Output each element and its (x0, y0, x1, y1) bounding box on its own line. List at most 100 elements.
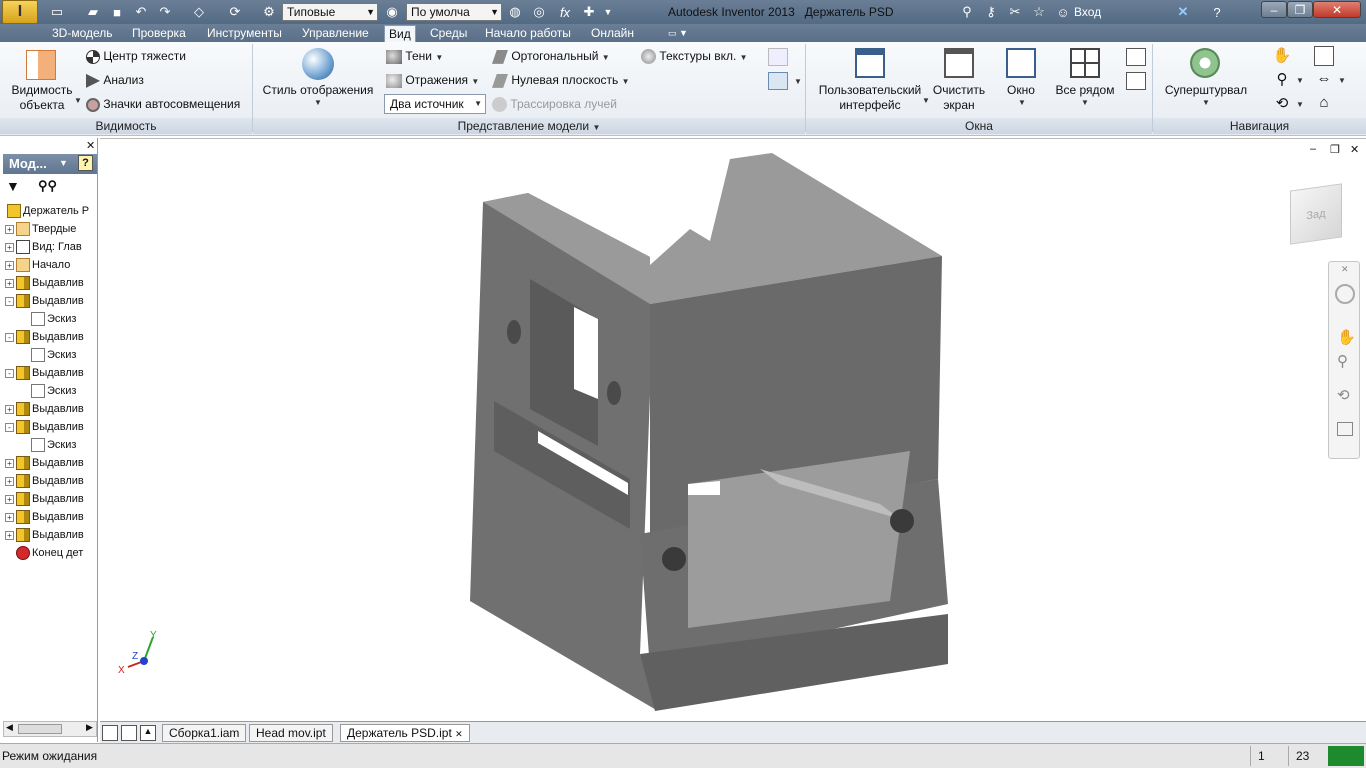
tab-inspect[interactable]: Проверка (128, 25, 190, 42)
expand-icon[interactable]: + (5, 404, 14, 414)
browser-node[interactable]: - Выдавлив (5, 328, 95, 346)
color-wheel-icon[interactable]: ◉ (383, 3, 401, 21)
key-icon[interactable]: ⚷ (982, 3, 1000, 21)
appearance-icon[interactable]: ◍ (506, 3, 524, 21)
tools-icon[interactable]: ✂ (1006, 3, 1024, 21)
browser-node[interactable]: + Выдавлив (5, 508, 95, 526)
expand-icon[interactable]: + (5, 260, 14, 270)
browser-node[interactable]: + Выдавлив (5, 490, 95, 508)
favorites-icon[interactable]: ☆ (1030, 3, 1048, 21)
navbar-close-icon[interactable]: ✕ (1341, 264, 1349, 275)
half-section-icon[interactable] (768, 48, 788, 66)
tab-list-icon[interactable]: ▲ (140, 725, 156, 741)
expand-icon[interactable]: + (5, 242, 14, 252)
ray-tracing-button[interactable]: Трассировка лучей (492, 97, 617, 113)
visual-style-button[interactable]: Стиль отображения (258, 83, 378, 98)
browser-close-icon[interactable]: ✕ (86, 139, 95, 152)
doc-tab-assembly[interactable]: Сборка1.iam (162, 724, 247, 742)
expand-icon[interactable]: + (5, 458, 14, 468)
orbit-nav-icon[interactable]: ⟲ (1337, 386, 1350, 404)
object-visibility-icon[interactable] (26, 50, 56, 80)
user-interface-button[interactable]: Пользовательский интерфейс (812, 83, 928, 113)
clean-screen-icon[interactable] (944, 48, 974, 78)
browser-node[interactable]: + Выдавлив (5, 400, 95, 418)
zoom-icon[interactable]: ⚲ (1272, 70, 1292, 90)
search-binoculars-icon[interactable]: ⚲ (958, 3, 976, 21)
ground-plane-button[interactable]: Нулевая плоскость ▼ (492, 73, 630, 89)
scroll-right-icon[interactable]: ▶ (86, 722, 93, 733)
browser-node[interactable]: + Выдавлив (5, 472, 95, 490)
tab-3d-model[interactable]: 3D-модель (48, 25, 117, 42)
analysis-button[interactable]: Анализ (86, 73, 144, 88)
minimize-button[interactable]: – (1261, 1, 1287, 18)
expand-icon[interactable]: + (5, 530, 14, 540)
new-window-icon[interactable] (1126, 72, 1146, 90)
tile-all-icon[interactable] (1070, 48, 1100, 78)
function-icon[interactable]: fx (556, 3, 574, 21)
lighting-style-combo[interactable]: Два источник ▼ (384, 94, 486, 114)
find-binoculars-icon[interactable]: ⚲⚲ (38, 178, 57, 194)
browser-node[interactable]: - Выдавлив (5, 364, 95, 382)
ribbon-minimize-toggle[interactable]: ▭ ▼ (664, 25, 692, 42)
tab-environments[interactable]: Среды (426, 25, 471, 42)
pan-icon[interactable]: ✋ (1272, 46, 1292, 66)
graphics-window[interactable]: – ❐ ✕ Зад ✕ ✋ ⚲ ⟲ Y Z X (100, 138, 1366, 721)
collapse-icon[interactable]: - (5, 368, 14, 378)
filter-icon[interactable]: ▼ (6, 178, 20, 194)
sketch-node[interactable]: Эскиз (5, 382, 95, 400)
sketch-node[interactable]: Эскиз (5, 310, 95, 328)
expand-icon[interactable]: + (5, 476, 14, 486)
home-icon[interactable]: ⌂ (1314, 94, 1334, 114)
look-at-nav-icon[interactable] (1337, 422, 1353, 436)
tab-tools[interactable]: Инструменты (203, 25, 286, 42)
collapse-icon[interactable]: - (5, 422, 14, 432)
material-combo[interactable]: По умолча ▼ (406, 3, 502, 21)
browser-help-icon[interactable]: ? (78, 155, 93, 171)
open-icon[interactable]: ▰ (84, 3, 102, 21)
help-icon[interactable]: ? (1208, 3, 1226, 21)
object-visibility-button[interactable]: Видимость объекта (6, 83, 78, 113)
orbit-icon[interactable]: ⟲ (1272, 94, 1292, 114)
sketch-node[interactable]: Эскиз (5, 346, 95, 364)
window-icon[interactable] (1006, 48, 1036, 78)
browser-node[interactable]: - Выдавлив (5, 292, 95, 310)
collapse-icon[interactable]: - (5, 296, 14, 306)
steering-wheel-icon[interactable] (1190, 48, 1220, 78)
tab-manage[interactable]: Управление (298, 25, 373, 42)
settings-icon[interactable]: ⚙ (260, 3, 278, 21)
clear-appearance-icon[interactable]: ◎ (530, 3, 548, 21)
expand-icon[interactable]: + (5, 512, 14, 522)
zoom-nav-icon[interactable]: ⚲ (1337, 352, 1348, 370)
visual-style-icon[interactable] (302, 48, 334, 80)
expand-icon[interactable]: + (5, 278, 14, 288)
save-icon[interactable]: ■ (108, 3, 126, 21)
style-combo[interactable]: Типовые ▼ (282, 3, 378, 21)
part-model[interactable] (100, 139, 1366, 722)
login-link[interactable]: Вход (1074, 3, 1114, 21)
textures-button[interactable]: Текстуры вкл. ▼ (641, 49, 748, 65)
steering-wheel-button[interactable]: Суперштурвал (1160, 83, 1252, 98)
customize-icon[interactable]: ▼ (602, 3, 614, 21)
browser-scrollbar[interactable]: ◀ ▶ (3, 721, 97, 737)
expand-icon[interactable]: + (5, 494, 14, 504)
user-icon[interactable]: ☺ (1054, 3, 1072, 21)
browser-node[interactable]: + Вид: Глав (5, 238, 95, 256)
doc-tab-head-mov[interactable]: Head mov.ipt (249, 724, 333, 742)
app-menu-button[interactable]: I (2, 0, 38, 24)
tab-get-started[interactable]: Начало работы (481, 25, 575, 42)
browser-node[interactable]: + Выдавлив (5, 454, 95, 472)
tab-online[interactable]: Онлайн (587, 25, 638, 42)
scroll-thumb[interactable] (18, 724, 62, 734)
new-icon[interactable]: ▭ (48, 3, 66, 21)
restore-button[interactable]: ❐ (1287, 1, 1313, 18)
reflections-button[interactable]: Отражения ▼ (386, 73, 479, 89)
exchange-icon[interactable]: ✕ (1174, 3, 1192, 21)
user-interface-icon[interactable] (855, 48, 885, 78)
expand-icon[interactable]: + (5, 224, 14, 234)
auto-constraint-icons-button[interactable]: Значки автосовмещения (86, 97, 240, 112)
collapse-icon[interactable]: - (5, 332, 14, 342)
section-view-icon[interactable] (768, 72, 788, 90)
update-icon[interactable]: ⟳ (226, 3, 244, 21)
look-at-icon[interactable] (1314, 46, 1334, 66)
tile-all-button[interactable]: Все рядом (1050, 83, 1120, 98)
